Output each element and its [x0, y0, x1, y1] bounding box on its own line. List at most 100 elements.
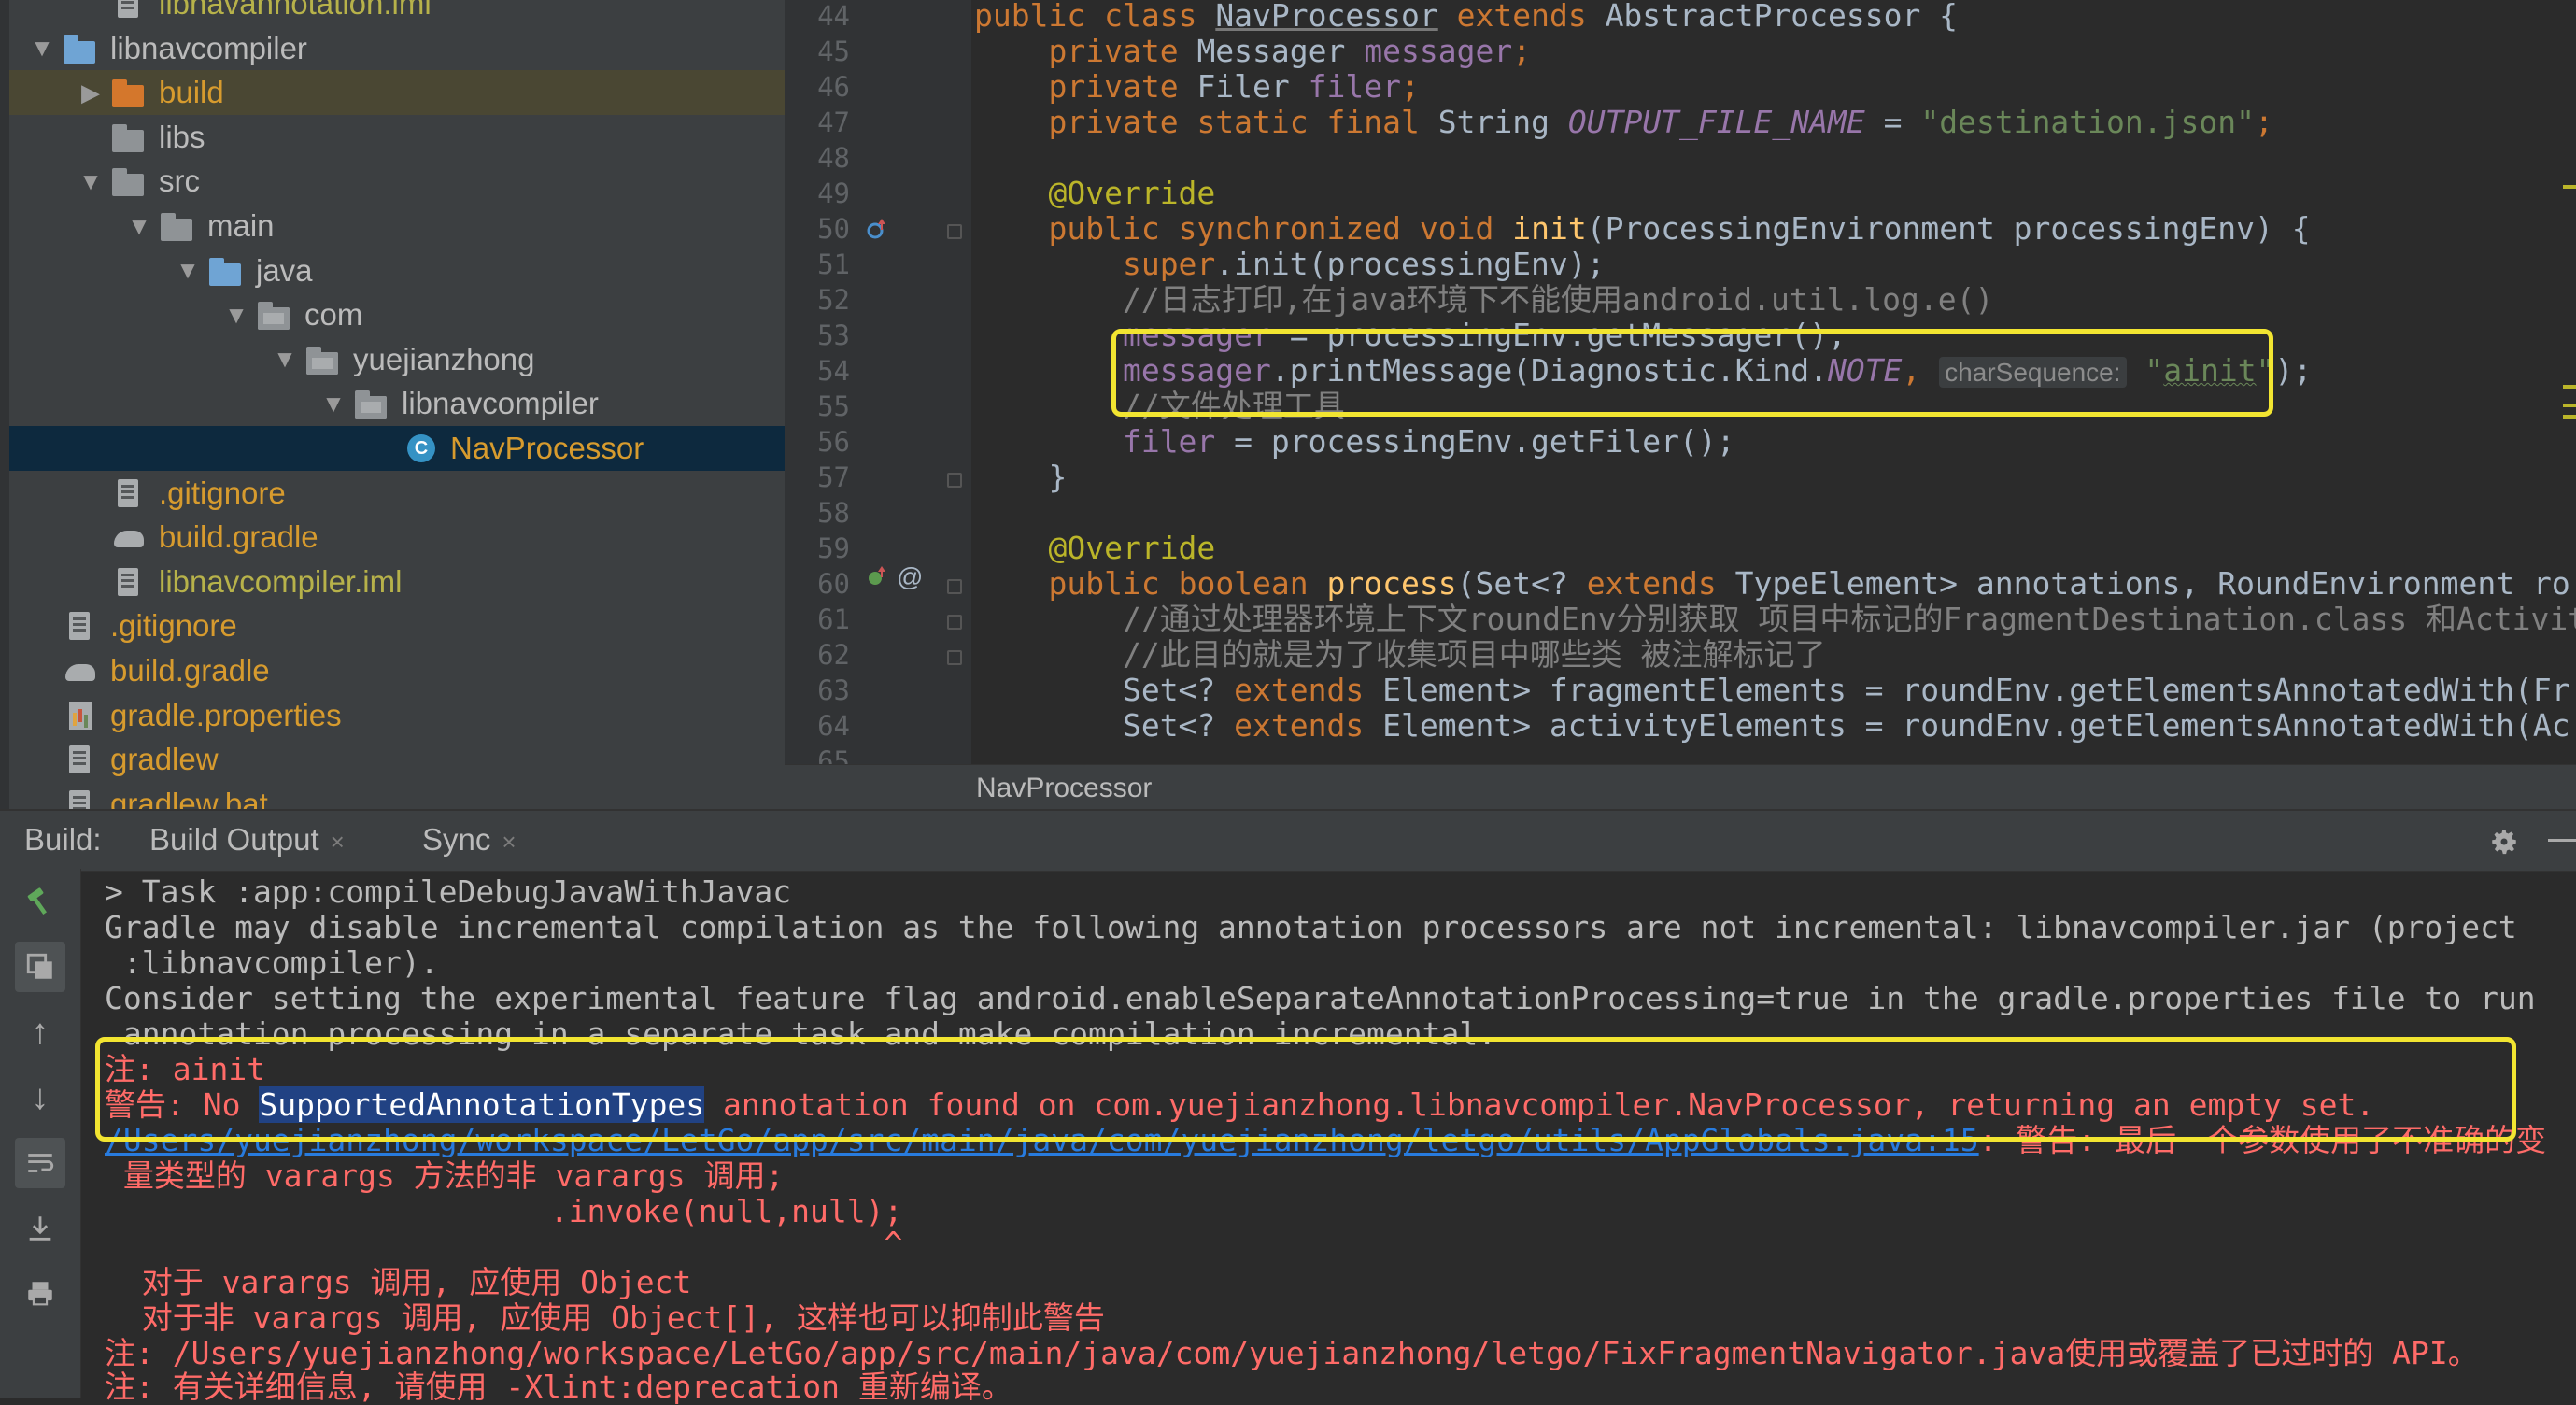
build-output-line: ^	[105, 1225, 903, 1261]
build-tab-bar: Build: Build Output × Sync ×	[0, 809, 2576, 872]
tree-item[interactable]: ▼ java	[9, 248, 785, 293]
soft-wrap-icon[interactable]	[15, 1138, 65, 1188]
error-stripe-marker	[2563, 415, 2576, 419]
line-number: 55	[817, 390, 850, 422]
build-toolbar: ↑ ↓	[0, 869, 81, 1398]
code-line[interactable]: Set<? extends Element> fragmentElements …	[974, 673, 2570, 708]
code-line[interactable]: //通过处理器环境上下文roundEnv分别获取 项目中标记的FragmentD…	[974, 602, 2576, 637]
tree-item-label: libs	[159, 119, 205, 154]
tree-item-label: libnavannotation.iml	[159, 0, 432, 21]
code-line[interactable]: Set<? extends Element> activityElements …	[974, 708, 2570, 744]
fold-marker-icon[interactable]	[947, 615, 962, 630]
tree-item[interactable]: ▼ com	[9, 292, 785, 337]
tree-item-label: gradlew.bat	[110, 786, 268, 809]
fold-marker-icon[interactable]	[947, 224, 962, 239]
code-line[interactable]: filer = processingEnv.getFiler();	[974, 424, 1735, 460]
minimize-icon[interactable]	[2548, 839, 2576, 842]
tree-item[interactable]: libnavannotation.iml	[9, 0, 785, 26]
tree-item[interactable]: build.gradle	[9, 515, 785, 560]
chevron-right-icon[interactable]: ▶	[77, 78, 105, 106]
tree-item[interactable]: ▼ libnavcompiler	[9, 381, 785, 426]
code-line[interactable]: @Override	[974, 176, 1215, 211]
module-folder-icon	[64, 33, 99, 64]
tree-item[interactable]: ▼ main	[9, 204, 785, 248]
tree-item[interactable]: gradlew	[9, 737, 785, 782]
package-icon	[355, 388, 390, 419]
tree-item[interactable]: ▼ yuejianzhong	[9, 337, 785, 382]
code-line[interactable]: @Override	[974, 531, 1215, 566]
close-icon[interactable]: ×	[502, 828, 516, 856]
chevron-down-icon[interactable]: ▼	[28, 34, 56, 63]
tree-item[interactable]: .gitignore	[9, 603, 785, 648]
line-number: 52	[817, 284, 850, 316]
code-line[interactable]: super.init(processingEnv);	[974, 247, 1606, 282]
chevron-down-icon[interactable]: ▼	[222, 301, 250, 329]
tree-item-label: gradlew	[110, 742, 219, 777]
chevron-down-icon[interactable]: ▼	[174, 256, 202, 285]
scroll-to-end-icon[interactable]	[15, 1203, 65, 1254]
arrow-down-icon[interactable]: ↓	[15, 1072, 65, 1123]
toggle-view-icon[interactable]	[15, 942, 65, 992]
line-number: 60	[817, 568, 850, 600]
tree-item[interactable]: ▶ build	[9, 70, 785, 116]
file-doc-icon	[112, 566, 148, 598]
line-number: 48	[817, 142, 850, 174]
fold-marker-icon[interactable]	[947, 579, 962, 594]
chevron-down-icon[interactable]: ▼	[319, 390, 347, 418]
code-line[interactable]: public boolean process(Set<? extends Typ…	[974, 566, 2569, 602]
build-panel-title: Build:	[24, 822, 102, 857]
gradle-icon	[112, 521, 148, 553]
close-icon[interactable]: ×	[331, 828, 345, 856]
tree-item-label: .gitignore	[159, 475, 286, 510]
tree-left-edge	[0, 0, 9, 809]
error-stripe-marker	[2563, 404, 2576, 407]
tree-item[interactable]: libs	[9, 115, 785, 160]
breadcrumb-item[interactable]: NavProcessor	[976, 773, 1152, 804]
code-line[interactable]: public class NavProcessor extends Abstra…	[974, 0, 1958, 34]
tree-item-label: .gitignore	[110, 608, 237, 644]
gear-icon[interactable]	[2488, 826, 2520, 858]
code-line[interactable]: private Filer filer;	[974, 69, 1419, 105]
code-line[interactable]: public synchronized void init(Processing…	[974, 211, 2310, 247]
code-line[interactable]: //此目的就是为了收集项目中哪些类 被注解标记了	[974, 637, 1826, 673]
print-icon[interactable]	[15, 1269, 65, 1319]
error-stripe-marker	[2563, 385, 2576, 389]
build-output-line: 注: /Users/yuejianzhong/workspace/LetGo/a…	[105, 1335, 2479, 1371]
tab-build-output[interactable]: Build Output ×	[149, 822, 345, 858]
tree-item[interactable]: NavProcessor	[9, 426, 785, 471]
build-output-line: 对于 varargs 调用, 应使用 Object	[105, 1264, 692, 1300]
code-line[interactable]: private Messager messager;	[974, 34, 1531, 69]
tree-item[interactable]: .gitignore	[9, 471, 785, 516]
tree-item[interactable]: gradlew.bat	[9, 782, 785, 809]
fold-marker-icon[interactable]	[947, 650, 962, 665]
build-panel: Build: Build Output × Sync × ↑ ↓ > Task :a…	[0, 809, 2576, 1405]
code-editor[interactable]: @ 44 45 46 47 48 49 50 51 52 53 54 55 56…	[785, 0, 2576, 764]
chevron-down-icon[interactable]: ▼	[77, 167, 105, 195]
implements-marker-icon[interactable]	[865, 564, 889, 589]
override-marker-icon[interactable]	[865, 217, 889, 241]
tree-item[interactable]: ▼ libnavcompiler	[9, 26, 785, 71]
class-icon	[403, 433, 439, 464]
tree-item[interactable]: gradle.properties	[9, 693, 785, 738]
tree-item[interactable]: build.gradle	[9, 648, 785, 693]
annotation-marker-icon[interactable]: @	[897, 562, 923, 592]
arrow-up-icon[interactable]: ↑	[15, 1007, 65, 1057]
build-output-line: Consider setting the experimental featur…	[105, 980, 2536, 1016]
tree-item[interactable]: libnavcompiler.iml	[9, 560, 785, 604]
tab-sync[interactable]: Sync ×	[422, 822, 517, 858]
line-number: 44	[817, 0, 850, 32]
code-line[interactable]: private static final String OUTPUT_FILE_…	[974, 105, 2272, 140]
code-line[interactable]: }	[974, 460, 1067, 495]
tree-item-label: libnavcompiler	[402, 386, 599, 421]
code-line[interactable]: //日志打印,在java环境下不能使用android.util.log.e()	[974, 282, 1993, 318]
chevron-down-icon[interactable]: ▼	[271, 345, 299, 374]
tree-item[interactable]: ▼ src	[9, 159, 785, 204]
chevron-down-icon[interactable]: ▼	[125, 212, 153, 240]
hammer-icon[interactable]	[15, 876, 65, 927]
tree-item-label: libnavcompiler.iml	[159, 563, 403, 599]
fold-marker-icon[interactable]	[947, 473, 962, 488]
editor-breadcrumb[interactable]: NavProcessor	[785, 764, 2576, 810]
tree-item-label: src	[159, 163, 200, 199]
